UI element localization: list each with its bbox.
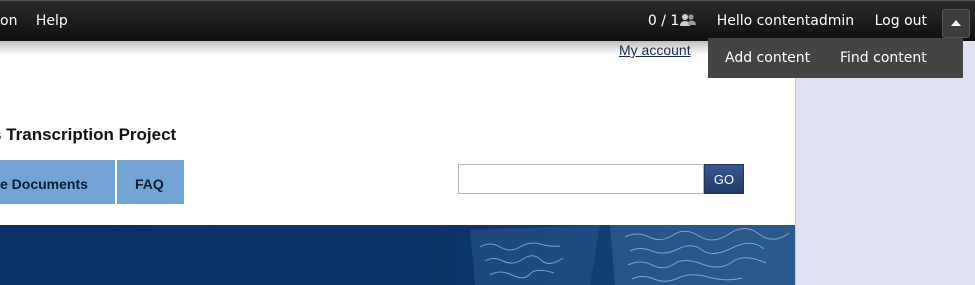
find-content-link[interactable]: Find content [840,50,927,66]
admin-toolbar: on Help 0 / 1 Hello contentadmin Log out [0,0,975,41]
my-account-link[interactable]: My account [619,42,691,58]
users-icon [680,13,697,27]
nav-tab-faq[interactable]: FAQ [117,160,184,204]
nav-tab-faq-label: FAQ [135,176,164,192]
toolbar-item-partial[interactable]: on [0,13,17,29]
header-banner [0,225,795,285]
online-users-counter: 0 / 1 [647,13,680,29]
nav-tab-documents[interactable]: e Documents [0,160,115,204]
search-go-button[interactable]: GO [704,164,744,194]
caret-up-icon [951,20,961,26]
page-content: My account s Transcription Project e Doc… [0,41,796,285]
manuscript-banner-image [0,225,795,285]
search-input[interactable] [458,164,704,194]
site-title: s Transcription Project [0,125,177,144]
shortcuts-toggle-button[interactable] [942,9,970,38]
hello-user[interactable]: Hello contentadmin [717,13,854,29]
logout-link[interactable]: Log out [875,13,927,29]
toolbar-user-area: 0 / 1 Hello contentadmin Log out [632,13,927,29]
nav-tab-documents-label: e Documents [0,176,88,192]
toolbar-menu: on Help [0,13,82,29]
toolbar-item-help[interactable]: Help [36,13,68,29]
shortcuts-dropdown: Add content Find content [708,38,963,78]
add-content-link[interactable]: Add content [725,50,810,66]
